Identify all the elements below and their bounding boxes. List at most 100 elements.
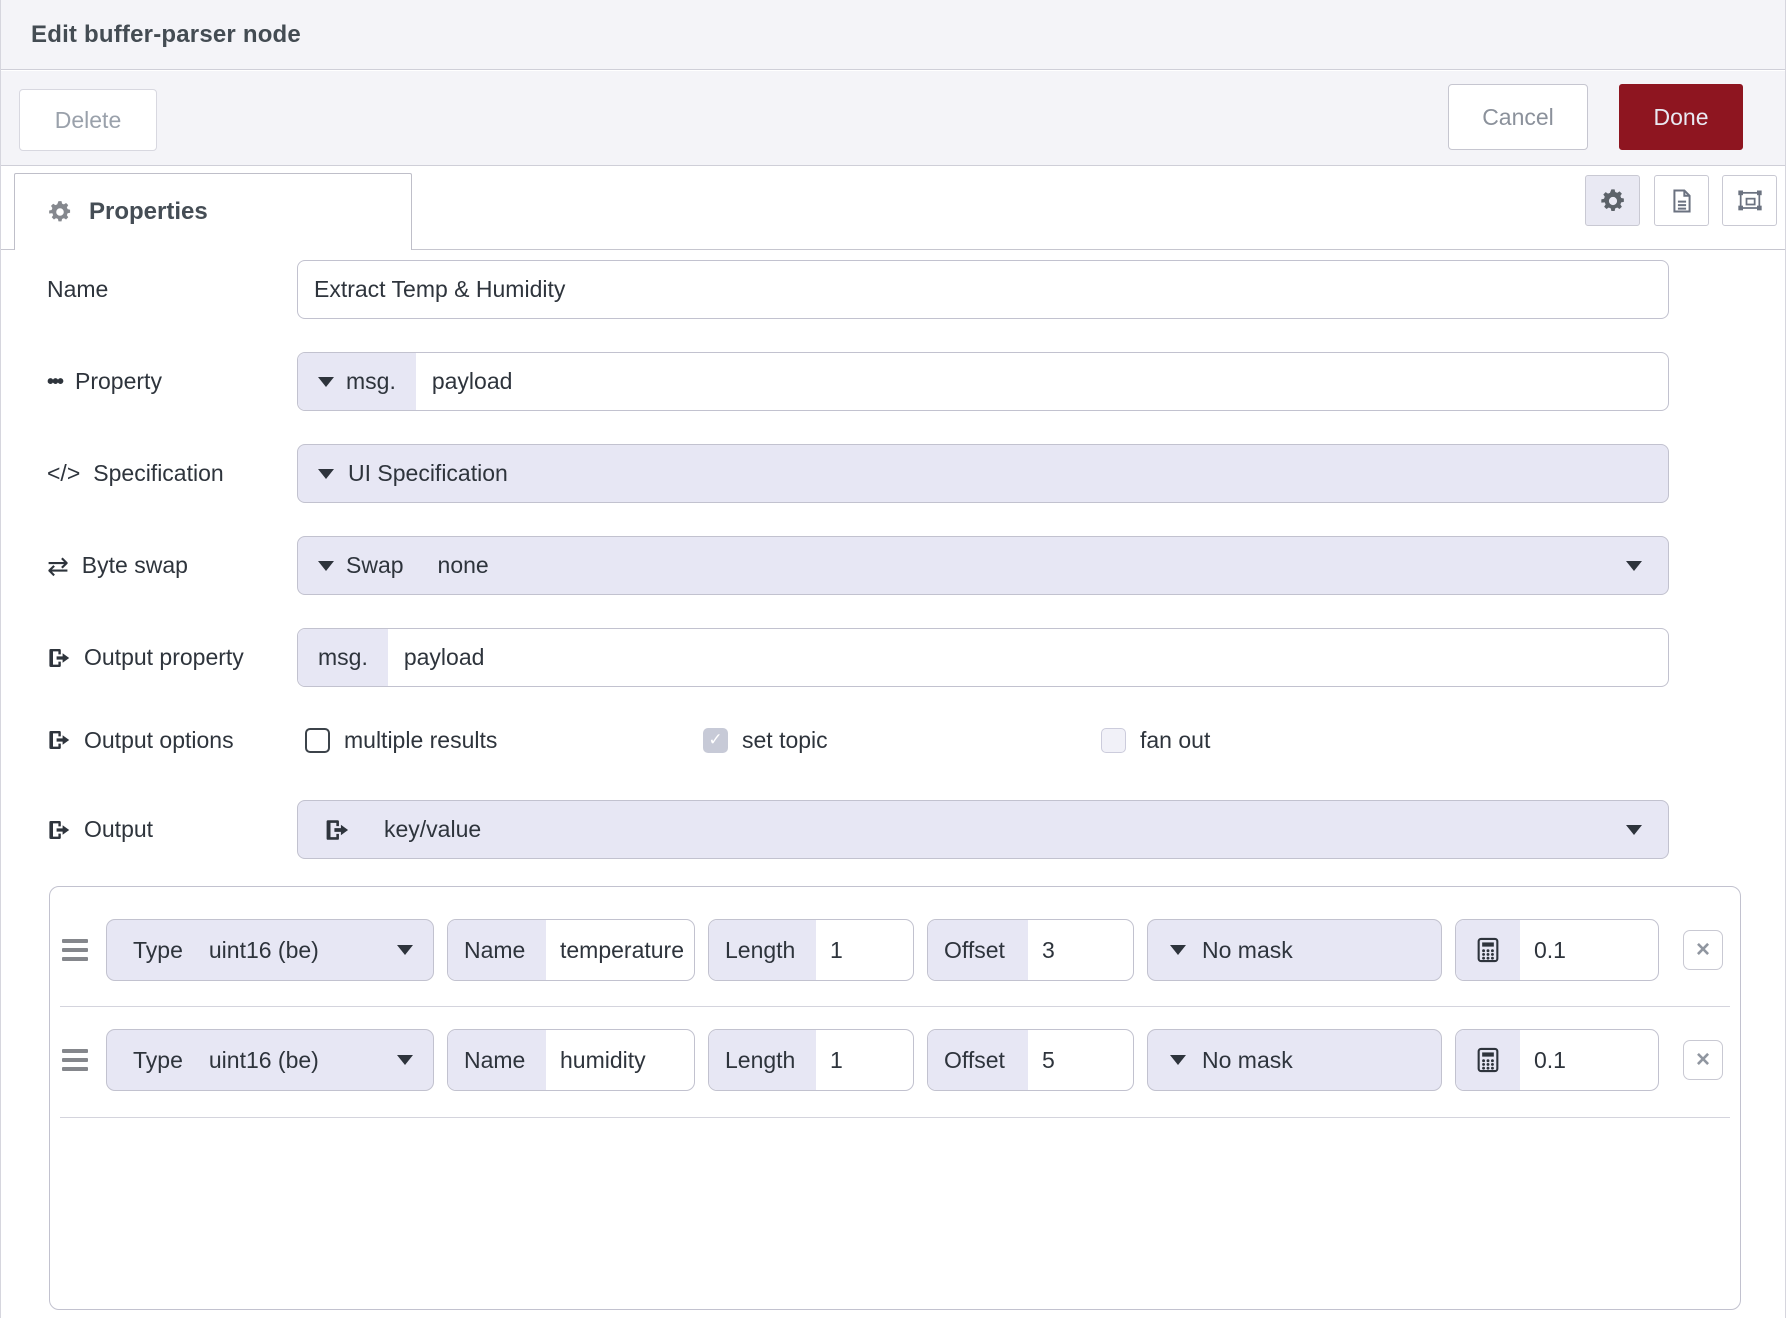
- item-row: Type uint16 (be) Name Length Offset No m…: [62, 919, 1720, 981]
- dialog-button-bar: Delete Cancel Done: [1, 71, 1785, 166]
- specification-label: </> Specification: [47, 460, 297, 487]
- output-property-field: msg.: [297, 628, 1669, 687]
- appearance-view-button[interactable]: [1722, 175, 1777, 226]
- byte-swap-mode[interactable]: Swap: [298, 537, 404, 594]
- item-scale-input[interactable]: [1520, 1030, 1658, 1090]
- chevron-down-icon: [318, 377, 334, 387]
- output-select[interactable]: key/value: [297, 800, 1669, 859]
- drag-handle-icon[interactable]: [62, 939, 88, 961]
- chevron-down-icon: [1626, 825, 1642, 835]
- chevron-down-icon: [1170, 1055, 1186, 1065]
- output-options-zone: multiple results ✓ set topic fan out: [297, 722, 1669, 758]
- byte-swap-label: ⇄ Byte swap: [47, 552, 297, 579]
- tab-properties-label: Properties: [89, 198, 208, 226]
- check-icon: ✓: [708, 730, 722, 750]
- item-length-field: Length: [708, 1029, 914, 1091]
- sign-out-icon: [47, 818, 71, 842]
- output-options-label: Output options: [47, 727, 297, 754]
- document-icon: [1668, 187, 1696, 215]
- output-property-prefix: msg.: [298, 629, 388, 686]
- item-type-select[interactable]: Type uint16 (be): [106, 919, 434, 981]
- item-offset-field: Offset: [927, 1029, 1134, 1091]
- output-label: Output: [47, 816, 297, 843]
- description-view-button[interactable]: [1654, 175, 1709, 226]
- name-input[interactable]: [298, 261, 1668, 318]
- close-icon: ×: [1696, 938, 1710, 962]
- specification-value: UI Specification: [340, 445, 508, 502]
- property-input[interactable]: [416, 353, 1668, 410]
- property-row: ••• Property msg.: [47, 352, 1669, 411]
- item-offset-field: Offset: [927, 919, 1134, 981]
- item-mask-select[interactable]: No mask: [1147, 1029, 1442, 1091]
- items-list: Type uint16 (be) Name Length Offset No m…: [49, 886, 1741, 1310]
- chevron-down-icon: [318, 561, 334, 571]
- item-name-field: Name: [447, 1029, 695, 1091]
- item-mask-value: No mask: [1202, 1047, 1293, 1074]
- chevron-down-icon: [1170, 945, 1186, 955]
- fan-out-checkbox[interactable]: [1101, 728, 1126, 753]
- cancel-button[interactable]: Cancel: [1448, 84, 1588, 150]
- item-length-field: Length: [708, 919, 914, 981]
- item-mask-value: No mask: [1202, 937, 1293, 964]
- item-length-input[interactable]: [816, 1030, 913, 1090]
- item-length-input[interactable]: [816, 920, 913, 980]
- output-row: Output key/value: [47, 800, 1669, 859]
- item-name-input[interactable]: [546, 1030, 694, 1090]
- item-scale-field: [1455, 919, 1659, 981]
- fan-out-option: fan out: [1101, 722, 1210, 758]
- dialog-title: Edit buffer-parser node: [31, 21, 301, 49]
- swap-arrows-icon: ⇄: [47, 553, 69, 579]
- multiple-results-option: multiple results: [305, 722, 497, 758]
- output-property-row: Output property msg.: [47, 628, 1669, 687]
- chevron-down-icon: [318, 469, 334, 479]
- code-icon: </>: [47, 462, 80, 485]
- item-scale-input[interactable]: [1520, 920, 1658, 980]
- delete-button[interactable]: Delete: [19, 89, 157, 151]
- calculator-icon: [1456, 920, 1520, 980]
- tab-bar: Properties: [1, 166, 1785, 250]
- chevron-down-icon: [1626, 561, 1642, 571]
- item-mask-select[interactable]: No mask: [1147, 919, 1442, 981]
- property-type-dropdown[interactable]: msg.: [298, 353, 416, 410]
- object-group-icon: [1736, 187, 1764, 215]
- tab-properties[interactable]: Properties: [14, 173, 412, 250]
- gear-icon: [1599, 187, 1627, 215]
- property-label: ••• Property: [47, 368, 297, 395]
- remove-item-button[interactable]: ×: [1683, 1040, 1723, 1080]
- specification-caret: [298, 445, 340, 502]
- specification-row: </> Specification UI Specification: [47, 444, 1669, 503]
- output-property-label: Output property: [47, 644, 297, 671]
- calculator-icon: [1456, 1030, 1520, 1090]
- row-divider: [60, 1006, 1730, 1007]
- specification-select[interactable]: UI Specification: [297, 444, 1669, 503]
- gear-icon: [47, 199, 73, 225]
- item-name-field: Name: [447, 919, 695, 981]
- properties-view-button[interactable]: [1585, 175, 1640, 226]
- byte-swap-value: none: [430, 537, 489, 594]
- output-options-row: Output options multiple results ✓ set to…: [47, 722, 1669, 758]
- output-property-input[interactable]: [388, 629, 1668, 686]
- output-value: key/value: [370, 801, 481, 858]
- item-type-value: uint16 (be): [209, 937, 319, 964]
- chevron-down-icon: [397, 945, 413, 955]
- property-field: msg.: [297, 352, 1669, 411]
- done-button[interactable]: Done: [1619, 84, 1743, 150]
- drag-handle-icon[interactable]: [62, 1049, 88, 1071]
- set-topic-checkbox[interactable]: ✓: [703, 728, 728, 753]
- row-divider: [60, 1117, 1730, 1118]
- item-name-input[interactable]: [546, 920, 694, 980]
- ellipsis-icon: •••: [47, 372, 62, 392]
- dialog-header: Edit buffer-parser node: [1, 0, 1785, 70]
- item-offset-input[interactable]: [1028, 1030, 1133, 1090]
- byte-swap-select[interactable]: Swap none: [297, 536, 1669, 595]
- item-type-select[interactable]: Type uint16 (be): [106, 1029, 434, 1091]
- multiple-results-checkbox[interactable]: [305, 728, 330, 753]
- remove-item-button[interactable]: ×: [1683, 930, 1723, 970]
- name-row: Name: [47, 260, 1669, 319]
- set-topic-option: ✓ set topic: [703, 722, 828, 758]
- item-offset-input[interactable]: [1028, 920, 1133, 980]
- sign-out-icon: [298, 801, 370, 858]
- sign-out-icon: [47, 728, 71, 752]
- name-field: [297, 260, 1669, 319]
- item-scale-field: [1455, 1029, 1659, 1091]
